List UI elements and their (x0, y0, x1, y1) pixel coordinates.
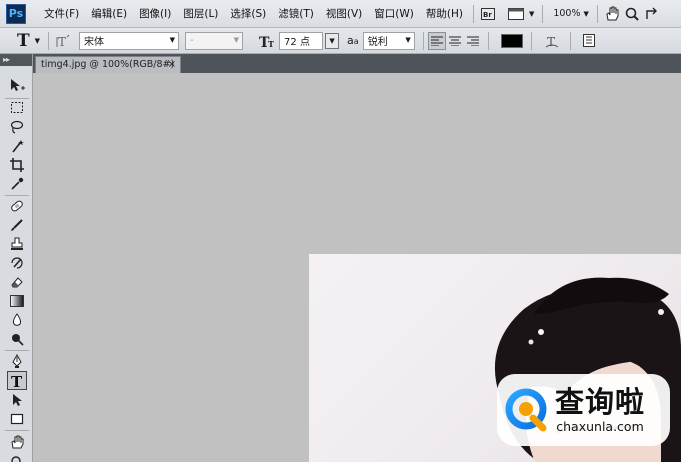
clone-stamp-tool-icon[interactable] (9, 236, 25, 252)
text-tool-icon[interactable]: T (17, 31, 30, 51)
watermark-url: chaxunla.com (556, 419, 644, 434)
brush-tool-icon[interactable] (9, 217, 25, 233)
align-center-button[interactable] (446, 32, 464, 50)
zoom-tool-icon[interactable] (9, 452, 25, 462)
font-style-select[interactable]: - ▼ (185, 31, 244, 50)
toolbox-divider (5, 98, 29, 99)
dodge-tool-icon[interactable] (9, 331, 25, 347)
font-family-select[interactable]: 宋体 ▼ (79, 31, 180, 50)
path-selection-tool-icon[interactable] (9, 392, 25, 408)
menu-select[interactable]: 选择(S) (224, 6, 272, 21)
gradient-tool-icon[interactable] (9, 293, 25, 309)
document-tab-title: timg4.jpg @ 100%(RGB/8#) (41, 59, 175, 70)
menu-edit[interactable]: 编辑(E) (85, 6, 133, 21)
zoom-level[interactable]: 100% (553, 8, 580, 19)
chevron-down-icon[interactable]: ▼ (529, 10, 534, 18)
eyedropper-tool-icon[interactable] (9, 176, 25, 192)
move-tool-icon[interactable] (9, 78, 25, 94)
svg-text:T: T (58, 35, 66, 48)
crop-tool-icon[interactable] (9, 157, 25, 173)
font-size-icon: TT (257, 32, 277, 50)
menu-file[interactable]: 文件(F) (38, 6, 85, 21)
chevron-down-icon[interactable]: ▼ (35, 37, 40, 45)
svg-text:T: T (11, 374, 23, 388)
watermark-text: 查询啦 chaxunla.com (555, 386, 645, 434)
menu-image[interactable]: 图像(I) (133, 6, 177, 21)
chevron-down-icon: ▼ (169, 35, 176, 44)
options-divider (487, 31, 489, 50)
menu-divider (472, 4, 474, 23)
toolbox-divider (5, 430, 29, 431)
toolbox-divider (5, 350, 29, 351)
antialias-icon: aa (347, 34, 359, 47)
view-extras-icon[interactable] (506, 5, 526, 23)
chaxunla-logo-icon (505, 388, 547, 432)
font-size-dropdown-button[interactable]: ▼ (325, 32, 340, 49)
font-size-input[interactable]: 72 点 (279, 31, 324, 50)
font-size-value: 72 点 (284, 37, 310, 48)
font-style-value: - (190, 35, 194, 46)
blur-tool-icon[interactable] (9, 312, 25, 328)
marquee-tool-icon[interactable] (9, 100, 25, 116)
align-left-button[interactable] (427, 31, 446, 50)
options-divider (48, 31, 50, 50)
font-family-value: 宋体 (84, 37, 105, 48)
lasso-tool-icon[interactable] (9, 119, 25, 135)
history-brush-tool-icon[interactable] (9, 255, 25, 271)
toolbox-panel: ▸▸ T (0, 54, 33, 462)
svg-text:Br: Br (483, 11, 492, 19)
hand-icon[interactable] (602, 5, 622, 23)
close-icon[interactable]: × (168, 57, 176, 72)
menu-filter[interactable]: 滤镜(T) (272, 6, 320, 21)
chevron-down-icon[interactable]: ▼ (584, 10, 589, 18)
character-panel-icon[interactable] (579, 32, 599, 50)
pen-tool-icon[interactable] (9, 353, 25, 369)
type-tool-icon[interactable]: T (7, 371, 27, 390)
menu-view[interactable]: 视图(V) (320, 6, 368, 21)
hand-tool-icon[interactable] (9, 434, 25, 450)
chevron-down-icon: ▼ (233, 35, 240, 44)
toolbox-collapse-handle[interactable]: ▸▸ (0, 54, 32, 66)
options-divider (569, 31, 571, 50)
antialias-value: 锐利 (367, 37, 388, 48)
options-divider (530, 31, 532, 50)
bridge-icon[interactable]: Br (478, 5, 498, 23)
text-orientation-icon[interactable]: T (53, 32, 73, 50)
warp-text-icon[interactable]: T (542, 32, 562, 50)
menu-layer[interactable]: 图层(L) (177, 6, 224, 21)
watermark: 查询啦 chaxunla.com (497, 374, 670, 446)
toolbox-divider (5, 195, 29, 196)
magic-wand-tool-icon[interactable] (9, 138, 25, 154)
align-right-button[interactable] (464, 32, 482, 50)
zoom-icon[interactable] (622, 5, 642, 23)
menu-divider (542, 4, 544, 23)
eraser-tool-icon[interactable] (9, 274, 25, 290)
rectangle-tool-icon[interactable] (9, 411, 25, 427)
menu-items: 文件(F) 编辑(E) 图像(I) 图层(L) 选择(S) 滤镜(T) 视图(V… (38, 6, 469, 21)
svg-text:T: T (268, 39, 274, 48)
tool-options-bar: T ▼ T 宋体 ▼ - ▼ TT 72 点 ▼ aa 锐利 ▼ T (0, 28, 681, 54)
menu-window[interactable]: 窗口(W) (368, 6, 420, 21)
menu-bar: Ps 文件(F) 编辑(E) 图像(I) 图层(L) 选择(S) 滤镜(T) 视… (0, 0, 681, 28)
antialias-select[interactable]: 锐利 ▼ (362, 31, 415, 50)
healing-brush-tool-icon[interactable] (9, 198, 25, 214)
chevron-down-icon: ▼ (405, 35, 411, 44)
menu-help[interactable]: 帮助(H) (420, 6, 469, 21)
rotate-view-icon[interactable] (642, 5, 662, 23)
document-tab-bar: timg4.jpg @ 100%(RGB/8#) × (33, 54, 681, 73)
text-color-swatch[interactable] (500, 33, 523, 48)
watermark-title: 查询啦 (555, 385, 646, 419)
document-tab[interactable]: timg4.jpg @ 100%(RGB/8#) × (35, 56, 181, 73)
photoshop-logo[interactable]: Ps (6, 3, 26, 24)
options-divider (422, 31, 424, 50)
menu-divider (596, 4, 598, 23)
